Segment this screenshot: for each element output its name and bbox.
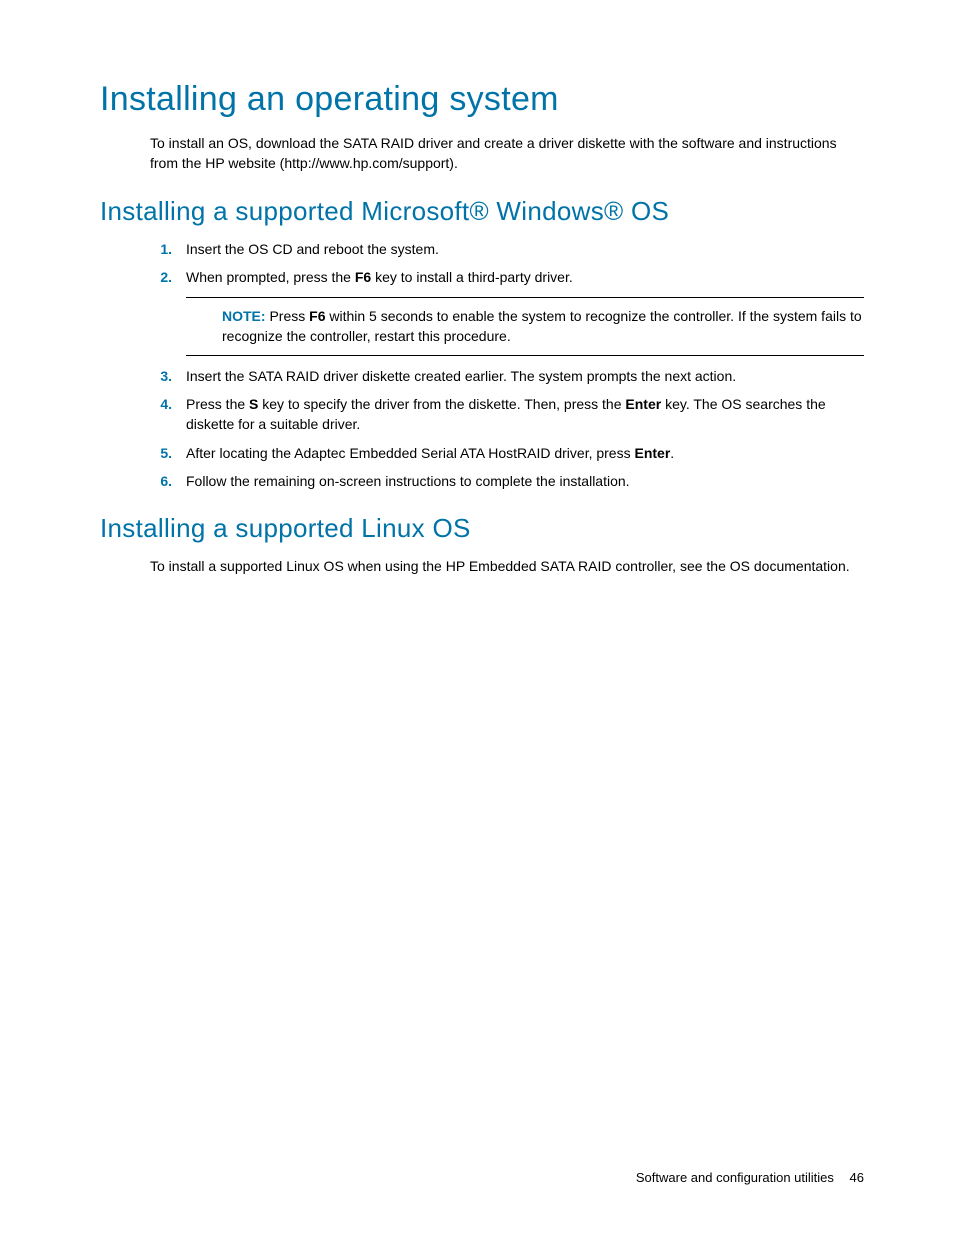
intro-paragraph: To install an OS, download the SATA RAID… (150, 133, 864, 174)
note-box: NOTE: Press F6 within 5 seconds to enabl… (186, 297, 864, 356)
list-text: Press the S key to specify the driver fr… (186, 394, 864, 435)
key-f6: F6 (355, 269, 371, 285)
text-fragment: After locating the Adaptec Embedded Seri… (186, 445, 635, 461)
windows-steps-list-cont: 3. Insert the SATA RAID driver diskette … (150, 366, 864, 491)
windows-steps-list: 1. Insert the OS CD and reboot the syste… (150, 239, 864, 288)
text-fragment: When prompted, press the (186, 269, 355, 285)
list-text: Follow the remaining on-screen instructi… (186, 471, 864, 491)
key-s: S (249, 396, 258, 412)
text-fragment: key to specify the driver from the diske… (258, 396, 625, 412)
list-marker: 2. (150, 267, 186, 287)
list-text: Insert the SATA RAID driver diskette cre… (186, 366, 864, 386)
page-title: Installing an operating system (100, 80, 864, 119)
footer-section-name: Software and configuration utilities (636, 1170, 834, 1185)
linux-paragraph: To install a supported Linux OS when usi… (150, 556, 864, 576)
list-item: 1. Insert the OS CD and reboot the syste… (150, 239, 864, 259)
list-item: 5. After locating the Adaptec Embedded S… (150, 443, 864, 463)
text-fragment: Press (266, 308, 310, 324)
key-enter: Enter (625, 396, 661, 412)
key-enter: Enter (635, 445, 671, 461)
list-item: 3. Insert the SATA RAID driver diskette … (150, 366, 864, 386)
list-item: 2. When prompted, press the F6 key to in… (150, 267, 864, 287)
page-footer: Software and configuration utilities 46 (636, 1170, 864, 1185)
list-marker: 4. (150, 394, 186, 435)
key-f6: F6 (309, 308, 325, 324)
list-marker: 3. (150, 366, 186, 386)
list-item: 4. Press the S key to specify the driver… (150, 394, 864, 435)
list-marker: 5. (150, 443, 186, 463)
list-text: After locating the Adaptec Embedded Seri… (186, 443, 864, 463)
section-heading-windows: Installing a supported Microsoft® Window… (100, 196, 864, 227)
list-text: When prompted, press the F6 key to insta… (186, 267, 864, 287)
list-item: 6. Follow the remaining on-screen instru… (150, 471, 864, 491)
section-heading-linux: Installing a supported Linux OS (100, 513, 864, 544)
text-fragment: Press the (186, 396, 249, 412)
text-fragment: . (670, 445, 674, 461)
list-text: Insert the OS CD and reboot the system. (186, 239, 864, 259)
page-number: 46 (850, 1170, 864, 1185)
list-marker: 1. (150, 239, 186, 259)
list-marker: 6. (150, 471, 186, 491)
note-label: NOTE: (222, 308, 266, 324)
text-fragment: key to install a third-party driver. (371, 269, 573, 285)
